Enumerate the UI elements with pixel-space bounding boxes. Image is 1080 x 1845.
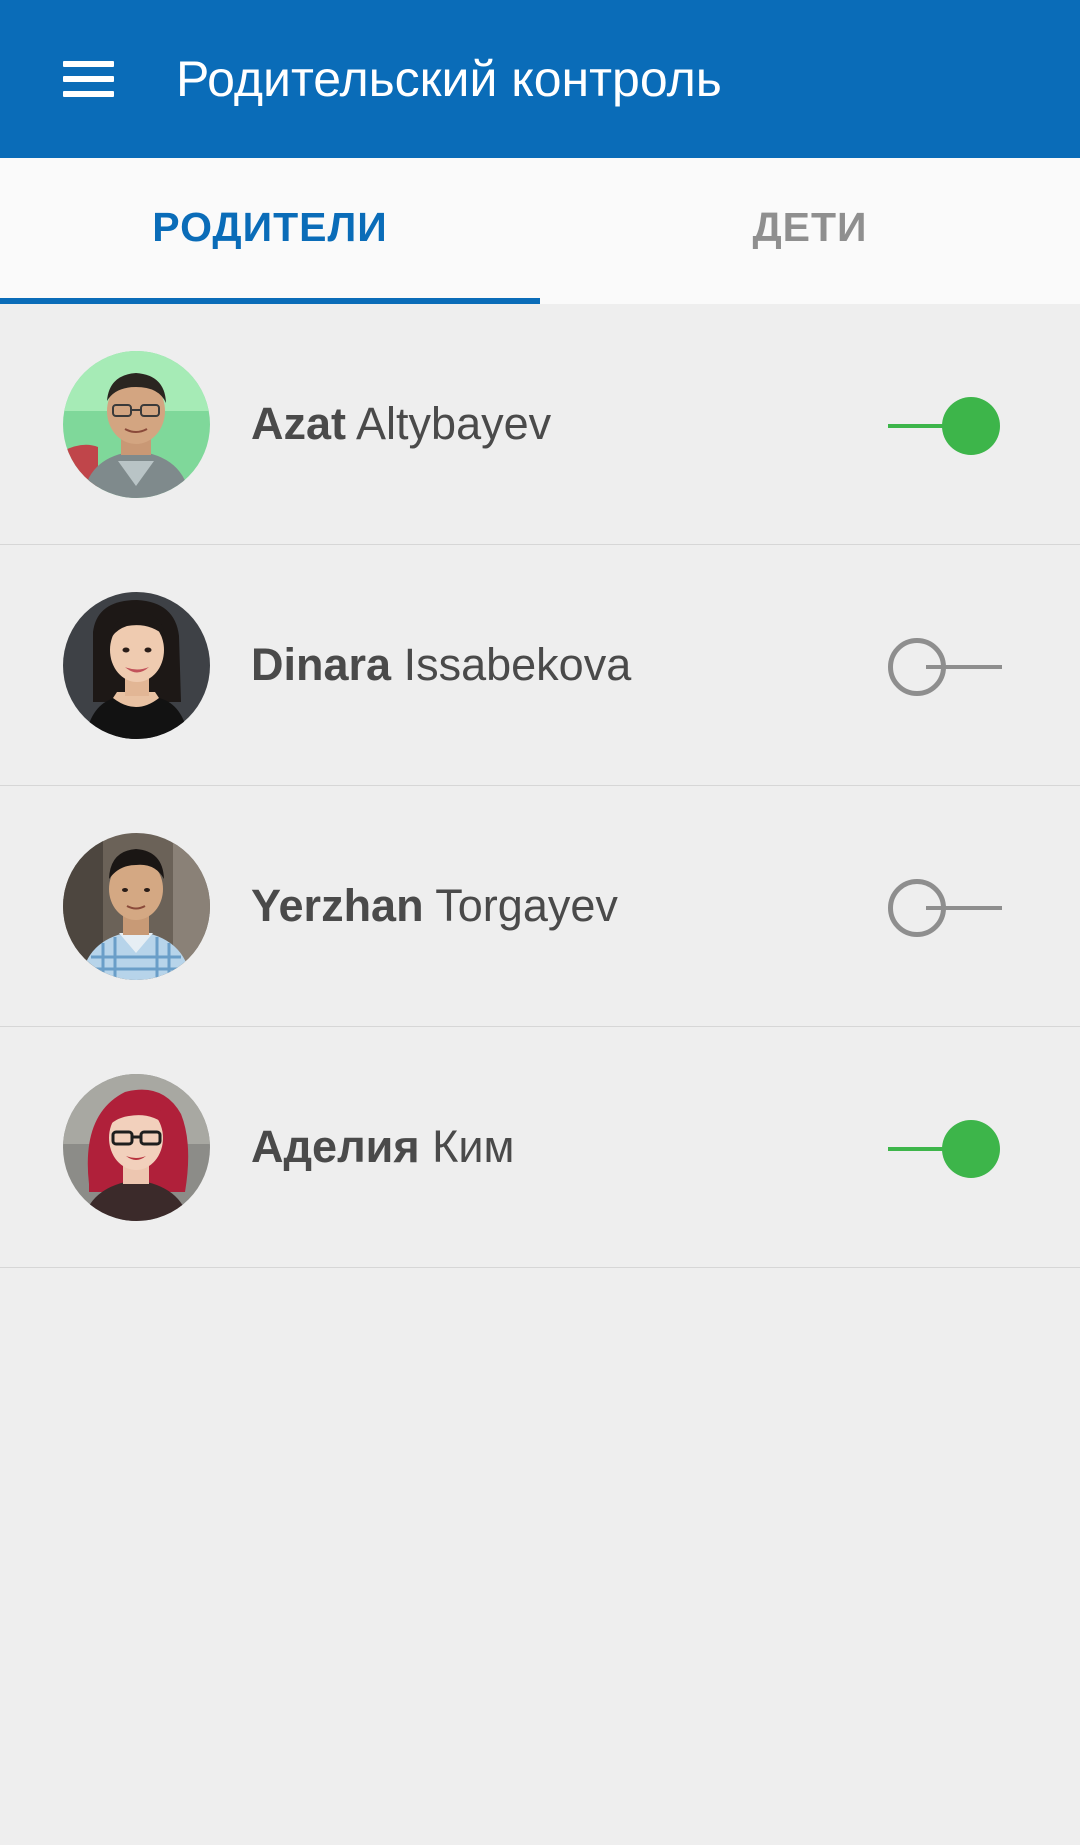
list-item[interactable]: Azat Altybayev <box>0 304 1080 545</box>
menu-bar-line <box>62 91 114 97</box>
access-toggle[interactable] <box>886 394 1004 458</box>
parent-last-name: Ким <box>432 1121 515 1172</box>
list-item[interactable]: Yerzhan Torgayev <box>0 786 1080 1027</box>
menu-bar-line <box>62 76 114 82</box>
parent-name: Аделия Ким <box>251 1117 514 1177</box>
list-item[interactable]: Аделия Ким <box>0 1027 1080 1268</box>
app-bar: Родительский контроль <box>0 0 1080 158</box>
parent-first-name: Аделия <box>251 1121 420 1172</box>
avatar <box>63 592 210 739</box>
tab-parents[interactable]: РОДИТЕЛИ <box>0 158 540 304</box>
parent-first-name: Dinara <box>251 639 392 690</box>
avatar <box>63 833 210 980</box>
toggle-track <box>888 1147 948 1151</box>
avatar <box>63 351 210 498</box>
parent-name: Dinara Issabekova <box>251 635 631 695</box>
toggle-knob <box>888 638 946 696</box>
access-toggle[interactable] <box>886 1117 1004 1181</box>
tab-children[interactable]: ДЕТИ <box>540 158 1080 304</box>
access-toggle[interactable] <box>886 635 1004 699</box>
parent-last-name: Altybayev <box>356 398 552 449</box>
parent-name: Azat Altybayev <box>251 394 551 454</box>
toggle-knob <box>888 879 946 937</box>
toggle-knob <box>942 397 1000 455</box>
avatar <box>63 1074 210 1221</box>
toggle-knob <box>942 1120 1000 1178</box>
menu-bar-line <box>62 61 114 67</box>
parent-first-name: Yerzhan <box>251 880 424 931</box>
toggle-track <box>888 424 948 428</box>
parents-list: Azat Altybayev Dinara Issabekova Yerzhan… <box>0 304 1080 1268</box>
page-title: Родительский контроль <box>176 51 722 107</box>
parent-last-name: Torgayev <box>435 880 618 931</box>
list-item[interactable]: Dinara Issabekova <box>0 545 1080 786</box>
parent-first-name: Azat <box>251 398 347 449</box>
tab-parents-label: РОДИТЕЛИ <box>152 203 388 250</box>
access-toggle[interactable] <box>886 876 1004 940</box>
tab-children-label: ДЕТИ <box>752 203 868 250</box>
tab-bar: РОДИТЕЛИ ДЕТИ <box>0 158 1080 304</box>
parent-name: Yerzhan Torgayev <box>251 876 618 936</box>
hamburger-menu-icon[interactable] <box>46 40 130 118</box>
parent-last-name: Issabekova <box>403 639 632 690</box>
